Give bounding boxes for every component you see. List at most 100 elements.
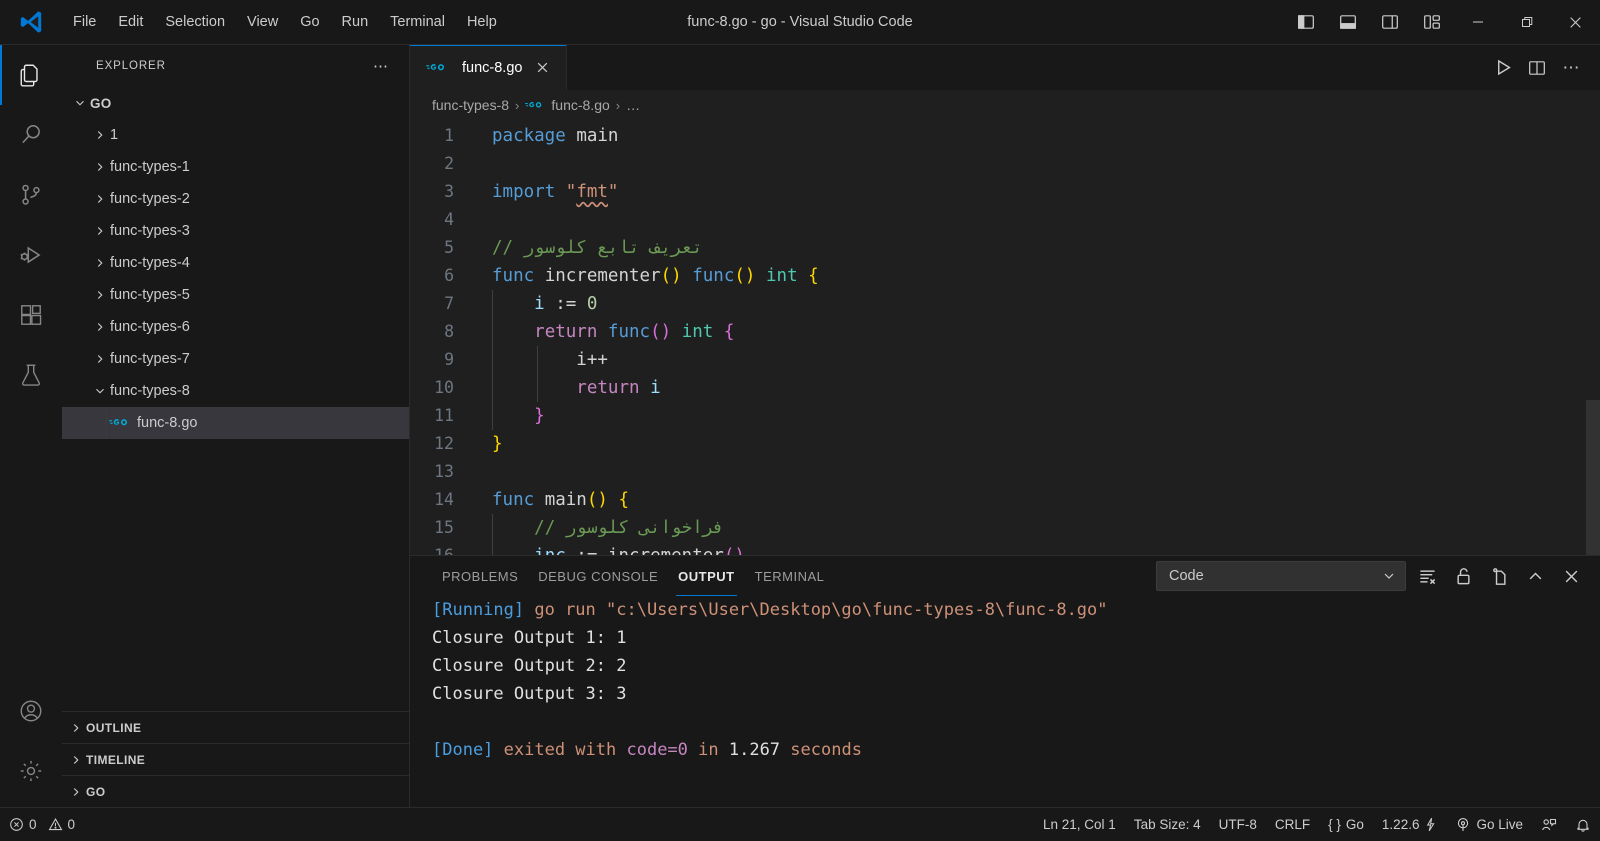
tree-item-func-types-5[interactable]: func-types-5 <box>62 279 409 311</box>
tab-func-8-go[interactable]: func-8.go <box>410 45 568 90</box>
code-token: } <box>534 406 545 426</box>
code-token: { <box>723 322 735 342</box>
close-panel-button[interactable] <box>1556 561 1586 591</box>
menu-selection[interactable]: Selection <box>154 10 236 34</box>
code-line-text: import "fmt" <box>480 178 618 206</box>
code-token: () <box>586 490 608 510</box>
window-close-button[interactable] <box>1551 0 1600 45</box>
code-line-text: } <box>480 402 545 430</box>
scrollbar-thumb[interactable] <box>1586 400 1600 555</box>
activity-manage-settings-icon[interactable] <box>0 741 62 801</box>
editor-vertical-scrollbar[interactable] <box>1586 120 1600 555</box>
line-number: 5 <box>444 238 454 257</box>
menu-help[interactable]: Help <box>456 10 508 34</box>
open-output-in-editor-button[interactable] <box>1484 561 1514 591</box>
status-problems[interactable]: 0 0 <box>0 808 84 841</box>
tree-item-1[interactable]: 1 <box>62 119 409 151</box>
editor-more-actions-icon[interactable]: ⋯ <box>1556 53 1586 83</box>
sidebar-section-label: OUTLINE <box>86 720 142 735</box>
code-editor[interactable]: 1 package main 2 3 import "fmt" 4 5 // تعریف تا… <box>410 120 1600 555</box>
output-token: go run "c:\Users\User\Desktop\go\func-ty… <box>524 600 1108 620</box>
status-language-mode[interactable]: { } Go <box>1319 808 1373 841</box>
tree-item-func-8-go[interactable]: func-8.go <box>62 407 409 439</box>
line-number: 1 <box>444 126 454 145</box>
toggle-panel-icon[interactable] <box>1327 0 1369 45</box>
status-feedback[interactable] <box>1532 808 1566 841</box>
tree-item-func-types-4[interactable]: func-types-4 <box>62 247 409 279</box>
panel-tab-problems[interactable]: PROBLEMS <box>432 556 528 596</box>
chevron-right-icon: › <box>515 97 520 113</box>
sidebar-section-label: GO <box>86 784 106 799</box>
tree-item-func-types-1[interactable]: func-types-1 <box>62 151 409 183</box>
menu-edit[interactable]: Edit <box>107 10 154 34</box>
window-restore-button[interactable] <box>1502 0 1551 45</box>
window-minimize-button[interactable] <box>1453 0 1502 45</box>
status-notifications[interactable] <box>1566 808 1600 841</box>
tab-close-icon[interactable] <box>530 56 554 80</box>
breadcrumb-item-symbol[interactable]: … <box>626 97 640 113</box>
activity-accounts-icon[interactable] <box>0 681 62 741</box>
menu-view[interactable]: View <box>236 10 289 34</box>
tree-item-func-types-2[interactable]: func-types-2 <box>62 183 409 215</box>
tree-item-label: func-8.go <box>137 415 198 431</box>
code-token: } <box>492 434 503 454</box>
toggle-secondary-sidebar-icon[interactable] <box>1369 0 1411 45</box>
code-line-text: i := 0 <box>480 290 597 318</box>
status-go-live[interactable]: Go Live <box>1446 808 1532 841</box>
activity-extensions-icon[interactable] <box>0 285 62 345</box>
customize-layout-icon[interactable] <box>1411 0 1453 45</box>
menu-run[interactable]: Run <box>331 10 380 34</box>
tree-item-func-types-3[interactable]: func-types-3 <box>62 215 409 247</box>
menu-terminal[interactable]: Terminal <box>379 10 456 34</box>
activity-testing-icon[interactable] <box>0 345 62 405</box>
panel-tab-terminal[interactable]: TERMINAL <box>745 556 835 596</box>
breadcrumb-item-folder[interactable]: func-types-8 <box>432 97 509 113</box>
menu-file[interactable]: File <box>62 10 107 34</box>
tree-root-go[interactable]: GO <box>62 87 409 119</box>
output-line: Closure Output 2: 2 <box>432 652 1600 680</box>
panel-tab-debug-console[interactable]: DEBUG CONSOLE <box>528 556 668 596</box>
code-token: incrementer <box>608 546 724 555</box>
turn-auto-scrolling-off-button[interactable] <box>1448 561 1478 591</box>
activity-explorer-icon[interactable] <box>0 45 62 105</box>
code-line-text: // تعریف تابع کلوسور <box>480 234 703 262</box>
status-cursor-position[interactable]: Ln 21, Col 1 <box>1034 808 1125 841</box>
warning-icon <box>48 817 63 832</box>
tree-item-label: func-types-4 <box>110 255 190 271</box>
status-encoding[interactable]: UTF-8 <box>1210 808 1266 841</box>
status-go-version[interactable]: 1.22.6 <box>1373 808 1447 841</box>
run-code-button[interactable] <box>1488 53 1518 83</box>
split-editor-right-button[interactable] <box>1522 53 1552 83</box>
activity-search-icon[interactable] <box>0 105 62 165</box>
clear-output-button[interactable] <box>1412 561 1442 591</box>
code-token: incrementer <box>544 266 661 286</box>
tree-item-func-types-6[interactable]: func-types-6 <box>62 311 409 343</box>
output-channel-select[interactable]: Code <box>1156 561 1406 591</box>
output-content[interactable]: [Running] go run "c:\Users\User\Desktop\… <box>410 596 1600 807</box>
tree-item-func-types-7[interactable]: func-types-7 <box>62 343 409 375</box>
chevron-right-icon <box>90 288 110 302</box>
status-tab-size[interactable]: Tab Size: 4 <box>1125 808 1210 841</box>
sidebar-section-go[interactable]: GO <box>62 775 409 807</box>
output-token: [Running] <box>432 600 525 620</box>
status-eol[interactable]: CRLF <box>1266 808 1319 841</box>
tree-item-label: func-types-6 <box>110 319 190 335</box>
line-number: 2 <box>444 154 454 173</box>
breadcrumb-item-file[interactable]: func-8.go <box>525 97 610 113</box>
tree-item-func-types-8[interactable]: func-types-8 <box>62 375 409 407</box>
explorer-more-actions-icon[interactable]: ⋯ <box>373 57 397 75</box>
maximize-panel-size-button[interactable] <box>1520 561 1550 591</box>
sidebar-section-timeline[interactable]: TIMELINE <box>62 743 409 775</box>
activity-run-debug-icon[interactable] <box>0 225 62 285</box>
menu-go[interactable]: Go <box>289 10 330 34</box>
menu-bar: File Edit Selection View Go Run Terminal… <box>62 10 508 34</box>
toggle-primary-sidebar-icon[interactable] <box>1285 0 1327 45</box>
title-bar: File Edit Selection View Go Run Terminal… <box>0 0 1600 45</box>
panel-tab-output[interactable]: OUTPUT <box>668 556 744 596</box>
breadcrumb-label: func-8.go <box>551 97 610 113</box>
sidebar-section-outline[interactable]: OUTLINE <box>62 711 409 743</box>
activity-source-control-icon[interactable] <box>0 165 62 225</box>
